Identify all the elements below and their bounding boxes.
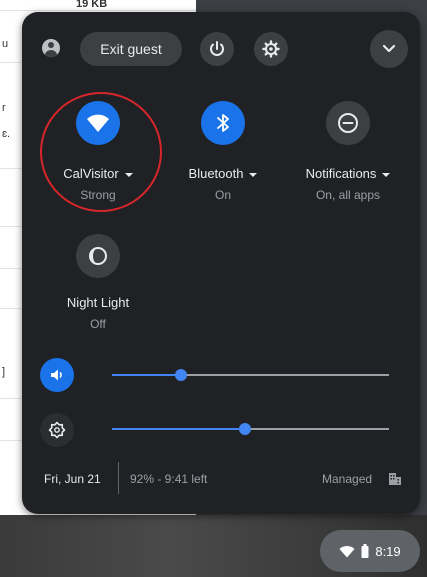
background-file-size: 19 KB — [76, 0, 108, 10]
dropdown-caret-icon — [249, 172, 258, 177]
volume-slider[interactable] — [112, 369, 389, 381]
date-label[interactable]: Fri, Jun 21 — [44, 472, 101, 486]
bluetooth-status: On — [214, 188, 231, 202]
notifications-label[interactable]: Notifications — [283, 166, 413, 181]
settings-button[interactable] — [254, 32, 288, 66]
notifications-name: Notifications — [305, 166, 377, 181]
footer-divider — [118, 462, 119, 494]
brightness-icon — [48, 421, 66, 439]
night-light-status: Off — [90, 317, 106, 331]
bluetooth-icon — [217, 114, 229, 132]
power-icon — [210, 41, 224, 56]
guest-avatar-icon — [42, 39, 60, 57]
bluetooth-label[interactable]: Bluetooth — [158, 166, 288, 181]
gear-icon — [262, 40, 280, 58]
divider — [0, 10, 196, 11]
power-button[interactable] — [200, 32, 234, 66]
notifications-toggle[interactable] — [326, 101, 370, 145]
exit-guest-button[interactable]: Exit guest — [80, 32, 182, 66]
volume-mute-button[interactable] — [40, 358, 74, 392]
bluetooth-name: Bluetooth — [188, 166, 244, 181]
dropdown-caret-icon — [382, 172, 391, 177]
volume-slider-fill — [112, 374, 182, 376]
background-text-fragment: ] — [2, 366, 6, 378]
brightness-slider-thumb[interactable] — [238, 423, 251, 435]
wifi-status-icon — [339, 545, 355, 557]
shelf-status-area[interactable]: 8:19 — [320, 530, 420, 572]
brightness-slider-fill — [112, 428, 245, 430]
night-light-icon — [89, 247, 107, 265]
managed-building-icon[interactable] — [388, 472, 402, 486]
battery-icon — [361, 544, 369, 558]
notifications-status: On, all apps — [315, 188, 381, 202]
clock-time: 8:19 — [375, 543, 401, 559]
brightness-slider[interactable] — [112, 423, 389, 435]
background-text-fragment: u — [2, 38, 9, 50]
bluetooth-toggle[interactable] — [201, 101, 245, 145]
quick-settings-panel: Exit guest CalVisitor Strong Bluetooth O… — [22, 12, 420, 514]
do-not-disturb-icon — [338, 113, 358, 133]
night-light-toggle[interactable] — [76, 234, 120, 278]
battery-status: 92% - 9:41 left — [130, 472, 208, 486]
volume-icon — [51, 369, 62, 381]
background-text-fragment: r — [2, 102, 6, 114]
night-light-label[interactable]: Night Light — [33, 295, 163, 310]
volume-slider-thumb[interactable] — [175, 369, 188, 381]
managed-label[interactable]: Managed — [322, 472, 372, 486]
collapse-button[interactable] — [370, 30, 408, 68]
background-text-fragment: ɛ. — [2, 128, 11, 140]
brightness-button[interactable] — [40, 413, 74, 447]
highlight-annotation — [40, 92, 162, 212]
chevron-down-icon — [382, 44, 396, 53]
